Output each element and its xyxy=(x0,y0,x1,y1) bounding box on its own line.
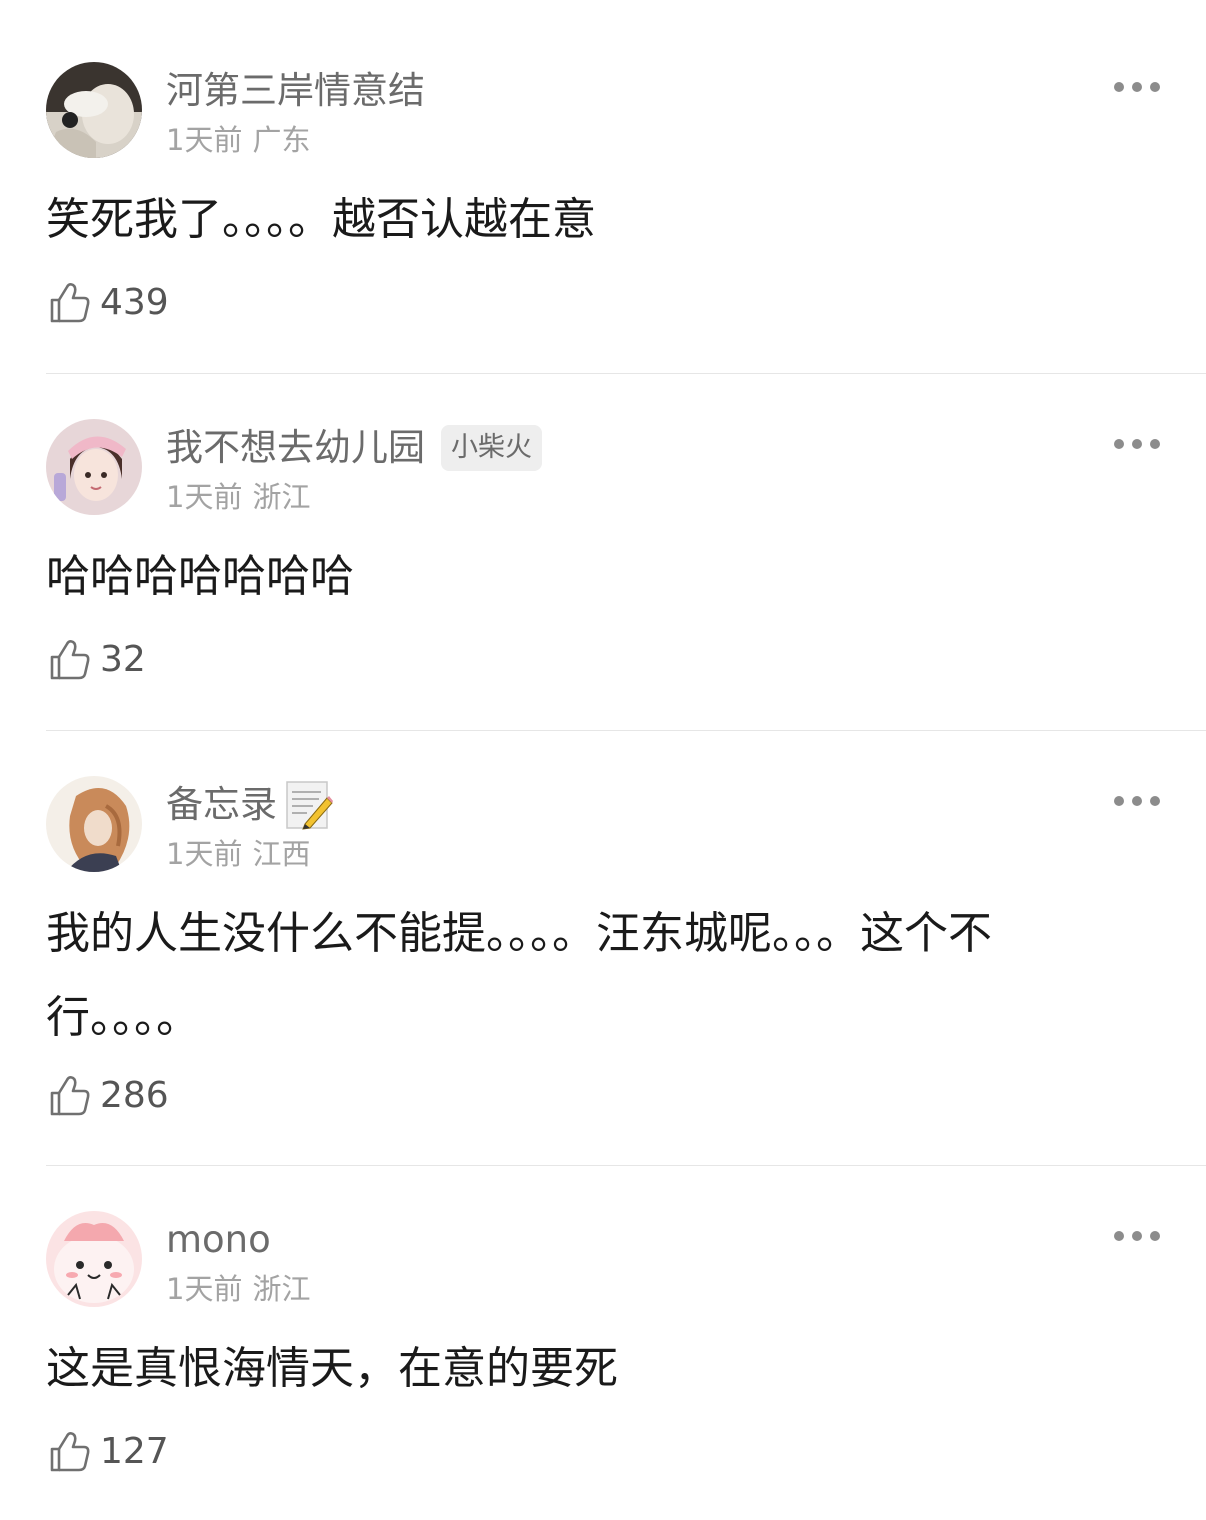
divider xyxy=(46,1165,1206,1166)
like-count: 286 xyxy=(100,1075,169,1116)
comment-time: 1天前 xyxy=(166,1272,243,1306)
comment-text: 哈哈哈哈哈哈哈 xyxy=(46,551,354,602)
more-icon-dot xyxy=(1132,82,1142,92)
username[interactable]: 我不想去幼儿园 xyxy=(166,423,425,473)
avatar[interactable] xyxy=(46,419,142,515)
fan-badge: 小柴火 xyxy=(441,425,542,471)
avatar[interactable] xyxy=(46,1211,142,1307)
like-button[interactable]: 286 xyxy=(46,1071,169,1121)
avatar[interactable] xyxy=(46,776,142,872)
username[interactable]: 河第三岸情意结 xyxy=(166,66,425,116)
thumbs-up-icon xyxy=(50,640,90,680)
memo-emoji-icon xyxy=(286,781,333,830)
username[interactable]: mono xyxy=(166,1215,271,1265)
more-icon-dot xyxy=(1150,1231,1160,1241)
more-icon-dot xyxy=(1150,82,1160,92)
more-icon-dot xyxy=(1132,1231,1142,1241)
comment-text: 这是真恨海情天，在意的要死 xyxy=(46,1343,618,1394)
avatar-girl-icon xyxy=(46,419,142,515)
comment-text: 我的人生没什么不能提。。。。汪东城呢。。。这个不 行。。。。 xyxy=(46,908,992,1043)
like-count: 127 xyxy=(100,1431,169,1472)
more-icon-dot xyxy=(1150,439,1160,449)
more-icon xyxy=(1114,82,1124,92)
more-icon-dot xyxy=(1132,796,1142,806)
more-options-button[interactable] xyxy=(1114,790,1160,812)
more-icon xyxy=(1114,796,1124,806)
username[interactable]: 备忘录 xyxy=(166,780,277,830)
thumbs-up-icon xyxy=(50,283,90,323)
avatar-painting-icon xyxy=(46,776,142,872)
comment-location: 广东 xyxy=(252,123,311,157)
more-options-button[interactable] xyxy=(1114,433,1160,455)
comment-meta: 1天前 浙江 xyxy=(166,477,310,517)
like-button[interactable]: 32 xyxy=(46,635,146,685)
thumbs-up-icon xyxy=(50,1432,90,1472)
comment-meta: 1天前 浙江 xyxy=(166,1269,310,1309)
more-icon xyxy=(1114,1231,1124,1241)
divider xyxy=(46,373,1206,374)
more-options-button[interactable] xyxy=(1114,76,1160,98)
comment-text: 笑死我了。。。。越否认越在意 xyxy=(46,194,596,245)
comment-time: 1天前 xyxy=(166,480,243,514)
divider xyxy=(46,730,1206,731)
more-icon-dot xyxy=(1132,439,1142,449)
more-options-button[interactable] xyxy=(1114,1225,1160,1247)
avatar-cartoon-icon xyxy=(46,1211,142,1307)
avatar-photo-icon xyxy=(46,62,142,158)
comment-time: 1天前 xyxy=(166,837,243,871)
comment-location: 江西 xyxy=(252,837,311,871)
more-icon-dot xyxy=(1150,796,1160,806)
comment-location: 浙江 xyxy=(252,480,311,514)
comment-meta: 1天前 广东 xyxy=(166,120,310,160)
more-icon xyxy=(1114,439,1124,449)
avatar[interactable] xyxy=(46,62,142,158)
comment-location: 浙江 xyxy=(252,1272,311,1306)
like-count: 439 xyxy=(100,282,169,323)
thumbs-up-icon xyxy=(50,1076,90,1116)
like-count: 32 xyxy=(100,639,146,680)
like-button[interactable]: 127 xyxy=(46,1427,169,1477)
comment-meta: 1天前 江西 xyxy=(166,834,310,874)
like-button[interactable]: 439 xyxy=(46,278,169,328)
comment-time: 1天前 xyxy=(166,123,243,157)
